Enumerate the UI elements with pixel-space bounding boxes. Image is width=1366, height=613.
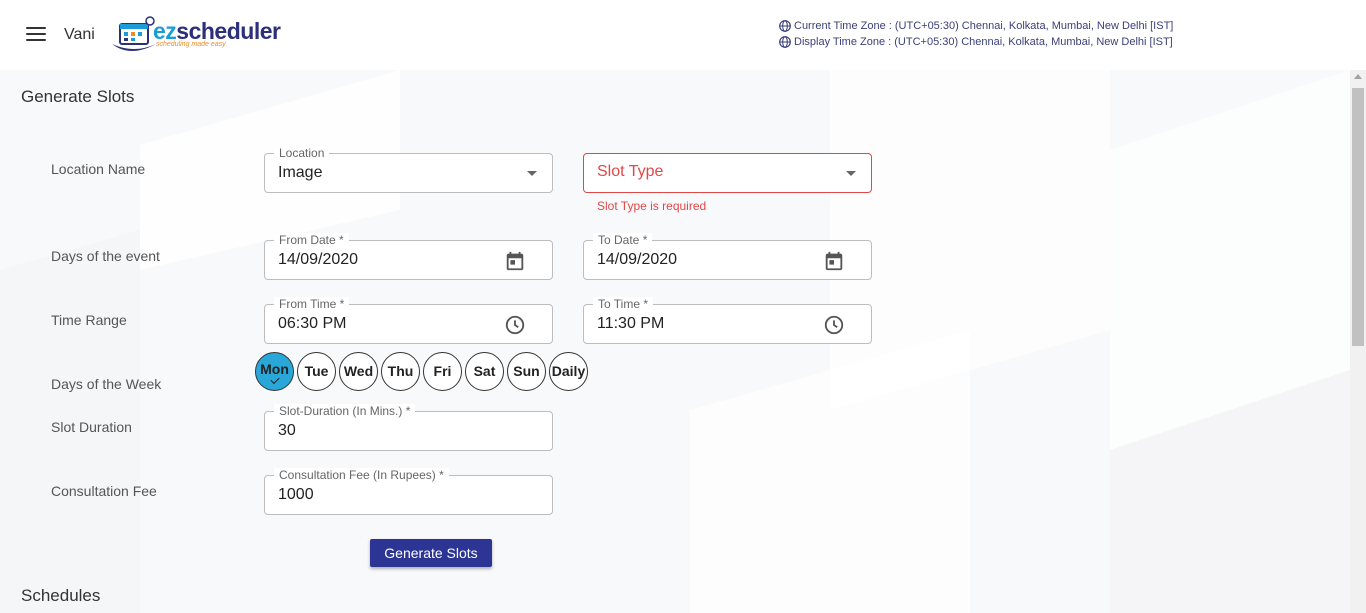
- from-time-field[interactable]: From Time * 06:30 PM: [264, 297, 553, 344]
- slot-duration-input-label: Slot-Duration (In Mins.) *: [274, 404, 416, 418]
- generate-slots-title: Generate Slots: [21, 87, 135, 106]
- scroll-up-arrow-icon[interactable]: [1354, 74, 1362, 79]
- display-timezone: Display Time Zone : (UTC+05:30) Chennai,…: [779, 36, 1173, 48]
- from-time-value: 06:30 PM: [278, 315, 347, 332]
- slot-type-select[interactable]: Slot Type: [583, 153, 872, 193]
- schedules-title: Schedules: [21, 586, 101, 605]
- slot-duration-value: 30: [278, 422, 296, 439]
- day-toggle-sat[interactable]: Sat: [465, 352, 504, 391]
- to-date-value: 14/09/2020: [597, 251, 678, 268]
- consultation-fee-label: Consultation Fee: [51, 483, 157, 499]
- app-header: Vani ezscheduler scheduling made easy Cu…: [0, 0, 1366, 70]
- location-name-label: Location Name: [51, 161, 146, 177]
- logo-tagline: scheduling made easy: [156, 41, 226, 48]
- day-toggle-tue[interactable]: Tue: [297, 352, 336, 391]
- app-logo[interactable]: ezscheduler scheduling made easy: [110, 14, 285, 56]
- from-time-label: From Time *: [274, 297, 350, 311]
- day-toggle-daily[interactable]: Daily: [549, 352, 588, 391]
- logo-calendar-icon: [112, 16, 156, 51]
- chevron-down-icon: [846, 171, 856, 176]
- clock-icon[interactable]: [504, 314, 526, 336]
- day-toggle-wed[interactable]: Wed: [339, 352, 378, 391]
- day-toggle-thu[interactable]: Thu: [381, 352, 420, 391]
- location-select-label: Location: [274, 146, 330, 160]
- day-toggle-sun[interactable]: Sun: [507, 352, 546, 391]
- calendar-icon[interactable]: [823, 250, 845, 272]
- username: Vani: [64, 26, 95, 43]
- to-time-field[interactable]: To Time * 11:30 PM: [583, 297, 872, 344]
- slot-duration-label: Slot Duration: [51, 419, 132, 435]
- days-of-event-label: Days of the event: [51, 248, 160, 264]
- time-range-label: Time Range: [51, 312, 127, 328]
- days-of-week-label: Days of the Week: [51, 376, 162, 392]
- current-timezone: Current Time Zone : (UTC+05:30) Chennai,…: [779, 20, 1173, 32]
- day-toggle-mon[interactable]: Mon: [255, 352, 294, 391]
- to-time-value: 11:30 PM: [597, 315, 665, 332]
- slot-type-error: Slot Type is required: [597, 199, 707, 213]
- from-date-value: 14/09/2020: [278, 251, 359, 268]
- day-toggle-fri[interactable]: Fri: [423, 352, 462, 391]
- to-date-label: To Date *: [593, 233, 653, 247]
- from-date-label: From Date *: [274, 233, 349, 247]
- slot-duration-input[interactable]: Slot-Duration (In Mins.) * 30: [264, 404, 553, 451]
- slot-type-placeholder: Slot Type: [597, 163, 664, 180]
- globe-icon: [779, 36, 791, 48]
- hamburger-menu-icon[interactable]: [26, 27, 46, 43]
- generate-slots-button[interactable]: Generate Slots: [370, 539, 492, 567]
- clock-icon[interactable]: [823, 314, 845, 336]
- to-date-field[interactable]: To Date * 14/09/2020: [583, 233, 872, 280]
- location-select[interactable]: Location Image: [264, 146, 553, 193]
- consultation-fee-input-label: Consultation Fee (In Rupees) *: [274, 468, 449, 482]
- chevron-down-icon: [527, 171, 537, 176]
- globe-icon: [779, 20, 791, 32]
- consultation-fee-value: 1000: [278, 486, 314, 503]
- from-date-field[interactable]: From Date * 14/09/2020: [264, 233, 553, 280]
- location-select-value: Image: [278, 164, 323, 181]
- consultation-fee-input[interactable]: Consultation Fee (In Rupees) * 1000: [264, 468, 553, 515]
- to-time-label: To Time *: [593, 297, 654, 311]
- calendar-icon[interactable]: [504, 250, 526, 272]
- scrollbar-thumb[interactable]: [1352, 88, 1364, 346]
